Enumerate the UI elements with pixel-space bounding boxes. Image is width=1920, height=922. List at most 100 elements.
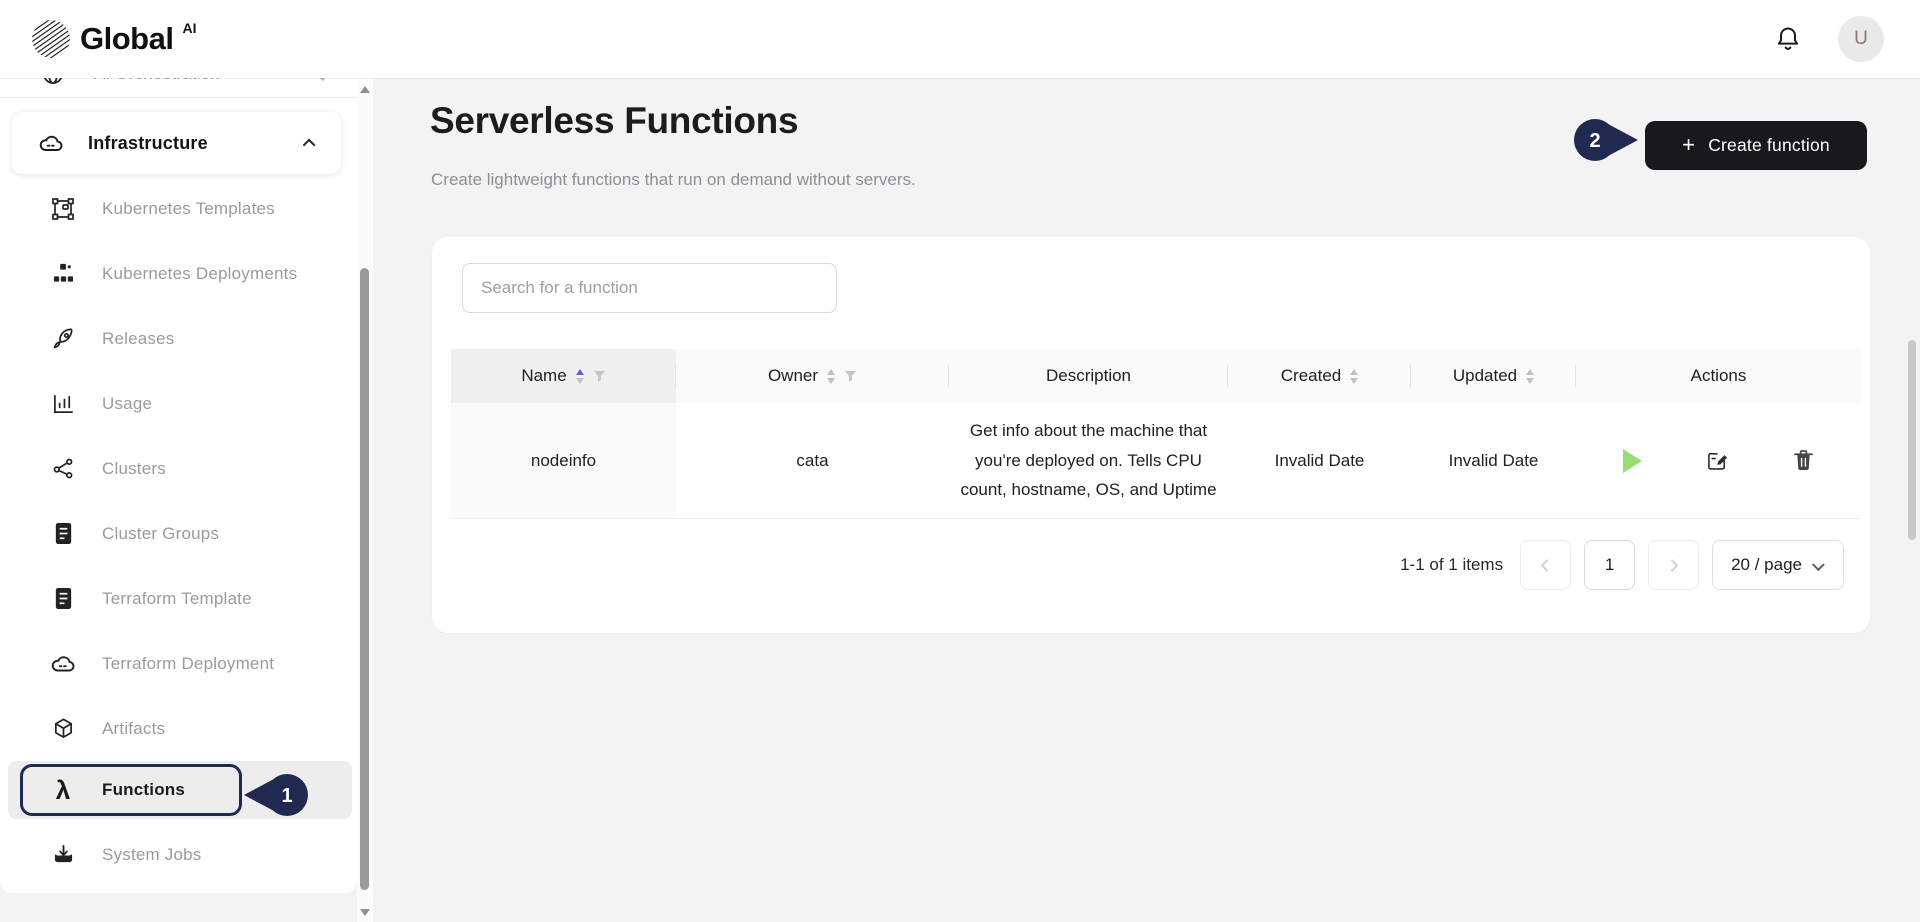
- pagination-next-button[interactable]: [1648, 540, 1699, 590]
- create-function-button[interactable]: + Create function: [1645, 121, 1867, 170]
- edit-function-icon[interactable]: [1706, 449, 1729, 472]
- logo-globe-icon: [30, 18, 72, 60]
- sidebar-group-label: Infrastructure: [88, 133, 208, 154]
- pagination-prev-button[interactable]: [1520, 540, 1571, 590]
- search-input[interactable]: [462, 263, 837, 313]
- page-title: Serverless Functions: [430, 100, 798, 142]
- sidebar-item-label: Clusters: [102, 459, 166, 479]
- sidebar-item-cluster-groups[interactable]: Cluster Groups: [0, 501, 357, 566]
- cloud-icon: [50, 651, 76, 677]
- sidebar-item-system-jobs[interactable]: System Jobs: [0, 822, 357, 887]
- column-header-updated[interactable]: Updated: [1411, 349, 1576, 403]
- sidebar-scrollbar[interactable]: [357, 78, 373, 922]
- sidebar-item-clusters[interactable]: Clusters: [0, 436, 357, 501]
- globe-icon: [40, 78, 66, 86]
- column-header-created[interactable]: Created: [1228, 349, 1411, 403]
- kubernetes-deployments-icon: [50, 262, 76, 285]
- sidebar-item-label: Terraform Template: [102, 589, 252, 609]
- sidebar-item-label: Cluster Groups: [102, 524, 219, 544]
- delete-function-icon[interactable]: [1793, 449, 1814, 472]
- table-header-row: Name Owner Description Created Updated: [451, 349, 1861, 403]
- user-avatar[interactable]: U: [1838, 16, 1884, 62]
- sidebar-item-label: Functions: [102, 780, 185, 800]
- cell-updated: Invalid Date: [1411, 403, 1576, 519]
- annotation-step-1-number: 1: [281, 785, 292, 807]
- sidebar-item-artifacts[interactable]: Artifacts: [0, 696, 357, 761]
- document-icon: [50, 522, 76, 545]
- cell-name: nodeinfo: [451, 403, 676, 519]
- window-scrollbar-thumb[interactable]: [1908, 340, 1916, 540]
- column-label: Description: [1046, 366, 1131, 386]
- column-header-description: Description: [949, 349, 1228, 403]
- chevron-down-icon: [1812, 558, 1825, 571]
- sidebar-scrollbar-thumb[interactable]: [360, 268, 369, 890]
- column-label: Actions: [1691, 366, 1747, 386]
- column-label: Name: [521, 366, 566, 386]
- bar-chart-icon: [50, 392, 76, 415]
- page-size-value: 20 / page: [1731, 555, 1802, 575]
- cell-owner: cata: [676, 403, 949, 519]
- clusters-icon: [50, 457, 76, 480]
- column-label: Owner: [768, 366, 818, 386]
- notification-bell-icon[interactable]: [1774, 25, 1802, 53]
- functions-panel: Name Owner Description Created Updated: [432, 237, 1870, 633]
- sidebar-item-usage[interactable]: Usage: [0, 371, 357, 436]
- column-header-name[interactable]: Name: [451, 349, 676, 403]
- sidebar-item-label: AI Orchestration: [94, 78, 220, 84]
- avatar-initial: U: [1854, 28, 1868, 50]
- chevron-right-icon: [1666, 559, 1679, 572]
- document-icon: [50, 587, 76, 610]
- pagination: 1-1 of 1 items 1 20 / page: [1400, 539, 1844, 591]
- filter-icon[interactable]: [593, 370, 606, 383]
- cloud-icon: [38, 130, 64, 157]
- cell-created: Invalid Date: [1228, 403, 1411, 519]
- sidebar-item-label: Kubernetes Templates: [102, 199, 275, 219]
- sidebar-item-label: Usage: [102, 394, 152, 414]
- logo[interactable]: Global AI: [30, 18, 195, 60]
- column-header-owner[interactable]: Owner: [676, 349, 949, 403]
- column-label: Created: [1281, 366, 1341, 386]
- logo-sup: AI: [182, 20, 196, 36]
- sidebar-item-label: Kubernetes Deployments: [102, 264, 297, 284]
- sidebar-item-label: Terraform Deployment: [102, 654, 274, 674]
- filter-icon[interactable]: [844, 370, 857, 383]
- run-function-icon[interactable]: [1623, 449, 1642, 473]
- create-function-label: Create function: [1708, 135, 1830, 156]
- sidebar-item-kubernetes-templates[interactable]: Kubernetes Templates: [0, 176, 357, 241]
- plus-icon: +: [1682, 132, 1695, 158]
- cell-description: Get info about the machine that you're d…: [949, 403, 1228, 519]
- logo-text: Global: [80, 21, 173, 57]
- sort-icon[interactable]: [1526, 369, 1534, 384]
- lambda-icon: λ: [50, 777, 76, 803]
- table-row: nodeinfo cata Get info about the machine…: [451, 403, 1861, 519]
- system-jobs-icon: [50, 843, 76, 866]
- cell-actions: [1576, 403, 1861, 519]
- kubernetes-templates-icon: [50, 197, 76, 221]
- functions-table: Name Owner Description Created Updated: [451, 349, 1861, 519]
- pagination-page-1[interactable]: 1: [1584, 540, 1635, 590]
- top-header: Global AI U: [0, 0, 1920, 78]
- sort-icon[interactable]: [1350, 369, 1358, 384]
- sort-icon[interactable]: [827, 369, 835, 384]
- sidebar-item-label: System Jobs: [102, 845, 202, 865]
- scroll-up-arrow-icon[interactable]: [360, 86, 370, 93]
- scroll-down-arrow-icon[interactable]: [360, 909, 370, 916]
- annotation-step-1-badge: 1: [242, 772, 310, 818]
- sidebar-item-terraform-deployment[interactable]: Terraform Deployment: [0, 631, 357, 696]
- sidebar-item-ai-orchestration[interactable]: AI Orchestration: [0, 78, 357, 96]
- chevron-down-icon: [316, 78, 329, 80]
- column-header-actions: Actions: [1576, 349, 1861, 403]
- sidebar-item-kubernetes-deployments[interactable]: Kubernetes Deployments: [0, 241, 357, 306]
- chevron-up-icon: [303, 138, 316, 151]
- page-size-select[interactable]: 20 / page: [1712, 540, 1844, 590]
- column-label: Updated: [1453, 366, 1517, 386]
- chevron-left-icon: [1541, 559, 1554, 572]
- divider: [0, 97, 357, 98]
- sidebar-item-releases[interactable]: Releases: [0, 306, 357, 371]
- page-subtitle: Create lightweight functions that run on…: [431, 170, 916, 190]
- sort-icon[interactable]: [576, 369, 584, 384]
- sidebar-item-terraform-template[interactable]: Terraform Template: [0, 566, 357, 631]
- sidebar-group-infrastructure[interactable]: Infrastructure: [12, 112, 341, 174]
- rocket-icon: [50, 327, 76, 351]
- annotation-step-2-badge: 2: [1572, 117, 1640, 163]
